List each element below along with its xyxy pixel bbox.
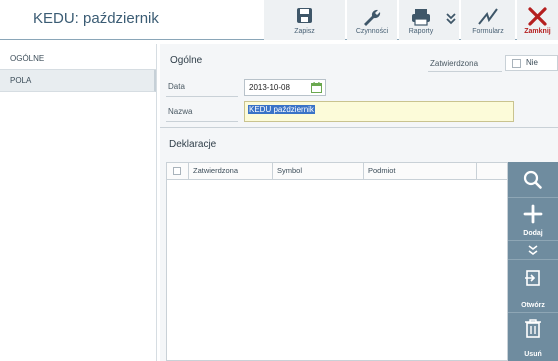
chevron-down-icon bbox=[446, 13, 456, 25]
actions-label: Czynności bbox=[355, 28, 389, 35]
select-all-checkbox[interactable] bbox=[173, 167, 181, 175]
name-value: KEDU październik bbox=[248, 105, 315, 114]
approved-checkbox[interactable] bbox=[512, 59, 521, 68]
window-title: KEDU: październik bbox=[33, 10, 159, 27]
save-icon bbox=[297, 8, 312, 23]
add-button[interactable]: Dodaj bbox=[508, 198, 558, 241]
chevron-down-icon bbox=[528, 245, 538, 255]
form-button[interactable]: Formularz bbox=[461, 0, 515, 40]
form-label: Formularz bbox=[472, 28, 504, 35]
actions-button[interactable]: Czynności bbox=[347, 0, 397, 40]
table-header: Zatwierdzona Symbol Podmiot bbox=[167, 163, 507, 180]
reports-button[interactable]: Raporty bbox=[399, 0, 443, 40]
table-actions-panel: Dodaj Otwórz Usuń bbox=[508, 162, 558, 361]
printer-icon bbox=[412, 9, 430, 26]
column-header-entity[interactable]: Podmiot bbox=[364, 163, 477, 179]
more-reports-button[interactable] bbox=[443, 0, 459, 40]
approved-field[interactable]: Nie bbox=[505, 55, 558, 71]
approved-label: Zatwierdzona bbox=[430, 59, 479, 68]
save-label: Zapisz bbox=[294, 28, 315, 35]
date-field[interactable]: 2013-10-08 bbox=[244, 79, 326, 96]
close-label: Zamknij bbox=[524, 28, 551, 35]
expand-button[interactable] bbox=[508, 241, 558, 260]
nav-divider bbox=[156, 44, 157, 361]
plus-icon bbox=[523, 204, 543, 224]
general-title: Ogólne bbox=[170, 55, 203, 66]
declarations-title: Deklaracje bbox=[169, 139, 217, 150]
calendar-icon[interactable] bbox=[311, 82, 322, 93]
name-label-underline bbox=[166, 121, 238, 122]
approved-label-underline bbox=[428, 71, 502, 72]
trash-icon bbox=[525, 319, 541, 338]
column-header-approved[interactable]: Zatwierdzona bbox=[189, 163, 273, 179]
reports-label: Raporty bbox=[408, 28, 434, 35]
nav-item-pola[interactable]: POLA bbox=[0, 70, 156, 92]
date-label: Data bbox=[168, 82, 185, 91]
close-button[interactable]: Zamknij bbox=[517, 0, 558, 40]
search-icon bbox=[523, 170, 542, 189]
section-nav: OGÓLNE POLA bbox=[0, 48, 156, 92]
signature-icon bbox=[478, 8, 498, 25]
open-icon bbox=[525, 270, 540, 286]
declarations-table: Zatwierdzona Symbol Podmiot bbox=[166, 162, 508, 361]
search-button[interactable] bbox=[508, 162, 558, 198]
save-button[interactable]: Zapisz bbox=[264, 0, 345, 40]
window-header: KEDU: październik Zapisz Czynności Rapor… bbox=[0, 0, 558, 40]
delete-label: Usuń bbox=[524, 351, 542, 358]
open-button[interactable]: Otwórz bbox=[508, 260, 558, 313]
close-icon bbox=[528, 7, 547, 26]
add-label: Dodaj bbox=[523, 230, 543, 237]
wrench-icon bbox=[364, 9, 381, 26]
select-all-column[interactable] bbox=[167, 163, 189, 179]
approved-value: Nie bbox=[526, 58, 539, 67]
open-label: Otwórz bbox=[521, 302, 545, 309]
name-field[interactable]: KEDU październik bbox=[244, 101, 514, 122]
name-label: Nazwa bbox=[168, 107, 193, 116]
date-label-underline bbox=[166, 96, 238, 97]
column-header-symbol[interactable]: Symbol bbox=[273, 163, 364, 179]
delete-button[interactable]: Usuń bbox=[508, 313, 558, 361]
date-value: 2013-10-08 bbox=[249, 83, 290, 92]
nav-item-ogolne[interactable]: OGÓLNE bbox=[0, 48, 156, 70]
